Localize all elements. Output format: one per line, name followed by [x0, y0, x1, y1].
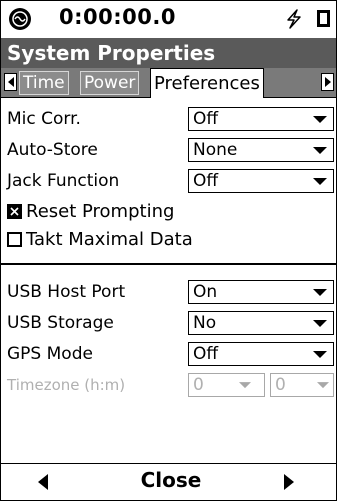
usb-host-port-label: USB Host Port [7, 282, 126, 302]
timezone-minutes-value: 0 [275, 375, 286, 395]
tab-time[interactable]: Time [19, 71, 69, 95]
chevron-down-icon [317, 382, 329, 389]
timezone-hours-select: 0 [188, 373, 265, 397]
tab-scroll-left-icon[interactable] [4, 73, 17, 91]
mic-corr-select[interactable]: Off [188, 107, 334, 131]
app-window: 0:00:00.0 System Properties Time Power P… [0, 0, 337, 501]
auto-store-row: Auto-Store None [1, 135, 336, 167]
chevron-down-icon [313, 351, 327, 358]
section-divider [1, 263, 336, 265]
charging-bolt-icon [284, 9, 304, 33]
mic-corr-row: Mic Corr. Off [1, 104, 336, 136]
page-title: System Properties [1, 38, 336, 68]
battery-icon [317, 10, 330, 27]
auto-store-label: Auto-Store [7, 140, 98, 160]
mic-corr-label: Mic Corr. [7, 109, 81, 129]
auto-store-select[interactable]: None [188, 138, 334, 162]
bottom-command-bar: Close [1, 463, 336, 500]
chevron-down-icon [313, 178, 327, 185]
tab-strip: Time Power Preferences [1, 68, 336, 98]
usb-host-port-value: On [193, 282, 218, 302]
usb-storage-select[interactable]: No [188, 311, 334, 335]
gps-mode-value: Off [193, 344, 219, 364]
chevron-down-icon [239, 382, 251, 389]
chevron-down-icon [313, 116, 327, 123]
brand-logo-icon [9, 8, 31, 30]
jack-function-row: Jack Function Off [1, 166, 336, 198]
gps-mode-select[interactable]: Off [188, 342, 334, 366]
reset-prompting-option[interactable]: Reset Prompting [7, 200, 327, 226]
reset-prompting-label: Reset Prompting [26, 201, 175, 222]
timezone-row: Timezone (h:m) 0 0 [1, 370, 336, 402]
jack-function-select[interactable]: Off [188, 169, 334, 193]
tab-preferences[interactable]: Preferences [150, 68, 264, 98]
timezone-hours-value: 0 [193, 375, 204, 395]
mic-corr-value: Off [193, 109, 219, 129]
usb-host-port-select[interactable]: On [188, 280, 334, 304]
tab-power[interactable]: Power [80, 71, 140, 95]
chevron-down-icon [313, 320, 327, 327]
next-page-icon[interactable] [283, 474, 295, 494]
takt-maximal-option[interactable]: Takt Maximal Data [7, 228, 327, 254]
tab-scroll-right-icon[interactable] [321, 73, 334, 91]
elapsed-time: 0:00:00.0 [59, 5, 176, 29]
usb-host-port-row: USB Host Port On [1, 277, 336, 309]
gps-mode-label: GPS Mode [7, 344, 93, 364]
status-bar: 0:00:00.0 [1, 1, 336, 38]
auto-store-value: None [193, 140, 238, 160]
gps-mode-row: GPS Mode Off [1, 339, 336, 371]
checked-x-icon [9, 206, 20, 217]
takt-maximal-checkbox[interactable] [7, 232, 22, 247]
jack-function-label: Jack Function [7, 171, 120, 191]
timezone-minutes-select: 0 [270, 373, 334, 397]
close-button[interactable]: Close [121, 468, 221, 492]
takt-maximal-label: Takt Maximal Data [26, 229, 193, 250]
timezone-label: Timezone (h:m) [7, 376, 126, 394]
usb-storage-row: USB Storage No [1, 308, 336, 340]
previous-page-icon[interactable] [37, 474, 49, 494]
jack-function-value: Off [193, 171, 219, 191]
reset-prompting-checkbox[interactable] [7, 204, 22, 219]
chevron-down-icon [313, 147, 327, 154]
usb-storage-label: USB Storage [7, 313, 114, 333]
chevron-down-icon [313, 289, 327, 296]
usb-storage-value: No [193, 313, 217, 333]
